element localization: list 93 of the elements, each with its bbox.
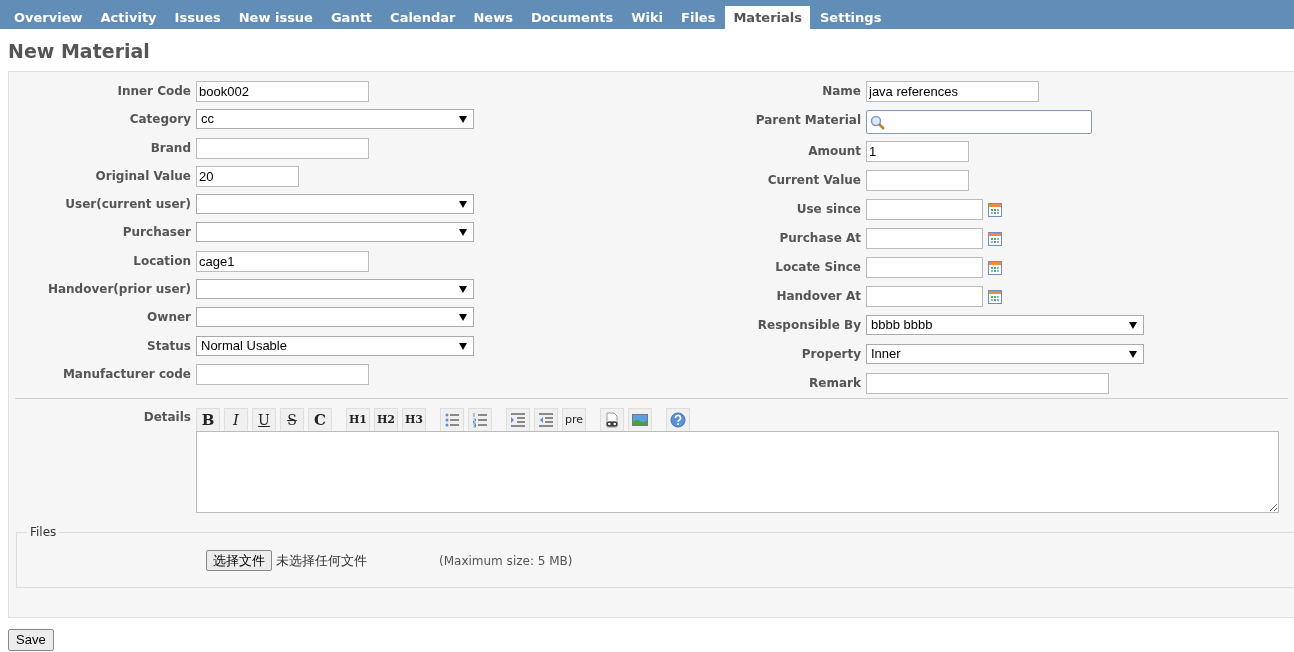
toolbar-button[interactable]: U [252,408,276,432]
nav-tab[interactable]: Gantt [322,6,381,29]
input-field[interactable]: book002 [196,81,369,102]
nav-tab[interactable]: Overview [6,6,91,29]
dropdown[interactable] [196,222,474,243]
toolbar-button[interactable]: H3 [402,408,426,432]
caret-icon [459,201,467,209]
nav-tab[interactable]: Calendar [382,6,464,29]
caret-icon [1129,351,1137,358]
field-label: Status [146,337,192,355]
input-field[interactable] [866,286,983,307]
search-icon [870,115,886,131]
page-title: New Material [7,39,151,64]
field-label: Amount [807,143,862,160]
field-label: Parent Material [754,112,862,129]
dropdown[interactable]: Inner [866,344,1144,364]
help-icon [670,412,686,428]
indent-icon [510,412,526,428]
caret-icon [459,286,467,294]
field-label: Original Value [94,167,192,185]
field-label: Property [800,346,862,363]
nav-tab[interactable]: New issue [230,6,321,29]
field-label: Use since [795,201,862,218]
field-label: Purchase At [778,230,862,247]
toolbar-button[interactable]: S [280,408,304,432]
toolbar-button[interactable]: C [308,408,332,432]
field-label: Current Value [766,172,862,189]
input-field[interactable] [196,137,369,159]
calendar-icon[interactable] [988,261,1002,275]
dropdown[interactable] [196,279,474,300]
dropdown[interactable] [196,194,474,215]
field-label: Manufacturer code [61,365,192,383]
nav-tab[interactable]: News [465,6,521,29]
field-label: Remark [808,375,862,392]
caret-icon [1129,322,1137,329]
field-label: Locate Since [774,259,862,276]
field-label: Brand [149,139,192,157]
input-field[interactable] [866,257,983,278]
nav-tab[interactable]: Activity [92,6,165,29]
calendar-icon[interactable] [988,232,1002,246]
field-label: Purchaser [121,224,192,242]
save-button[interactable]: Save [8,629,54,651]
max-size-note: (Maximum size: 5 MB) [439,552,573,570]
link-icon [604,412,620,428]
input-field[interactable]: cage1 [196,250,369,272]
input-field[interactable] [196,363,369,385]
outdent-icon [538,412,554,428]
caret-icon [459,314,467,322]
numbered-list-icon [472,412,488,428]
nav-tab[interactable]: Files [673,6,724,29]
nav-tab[interactable]: Wiki [623,6,672,29]
choose-file-button[interactable]: 选择文件 [206,550,272,571]
field-label: Handover At [775,288,862,305]
search-field[interactable] [866,110,1092,134]
bullet-list-icon [444,412,460,428]
calendar-icon[interactable] [988,290,1002,304]
fieldset-legend: Files [27,523,60,541]
field-label: Name [821,83,862,100]
caret-icon [459,229,467,237]
no-file-text: 未选择任何文件 [276,551,367,570]
toolbar-button[interactable]: H1 [346,408,370,432]
dropdown[interactable]: bbbb bbbb [866,315,1144,335]
toolbar-button[interactable]: I [224,408,248,432]
input-field[interactable] [866,373,1109,394]
field-label: Details [142,409,192,426]
input-field[interactable]: 1 [866,141,969,162]
nav-tab[interactable]: Issues [166,6,229,29]
input-field[interactable]: java references [866,81,1039,102]
caret-icon [459,116,467,124]
field-label: Handover(prior user) [46,281,192,299]
toolbar-button[interactable]: B [196,408,220,432]
field-label: User(current user) [64,196,192,214]
nav-tab[interactable]: Documents [522,6,622,29]
field-label: Responsible By [756,317,862,334]
field-label: Owner [146,309,192,327]
input-field[interactable]: 20 [196,165,299,187]
nav-tab[interactable]: Materials [725,6,810,29]
toolbar-button[interactable]: H2 [374,408,398,432]
toolbar-button[interactable]: pre [562,408,586,432]
input-field[interactable] [866,170,969,191]
nav-tab[interactable]: Settings [812,6,890,29]
dropdown[interactable] [196,307,474,328]
toolbar-button[interactable] [600,408,624,432]
field-label: Inner Code [116,83,192,100]
calendar-icon[interactable] [988,203,1002,217]
image-icon [632,412,648,428]
field-label: Category [128,111,192,129]
caret-icon [459,342,467,350]
dropdown[interactable]: cc [196,109,474,130]
input-field[interactable] [866,228,983,249]
input-field[interactable] [866,199,983,220]
field-label: Location [132,252,192,270]
dropdown[interactable]: Normal Usable [196,335,474,356]
